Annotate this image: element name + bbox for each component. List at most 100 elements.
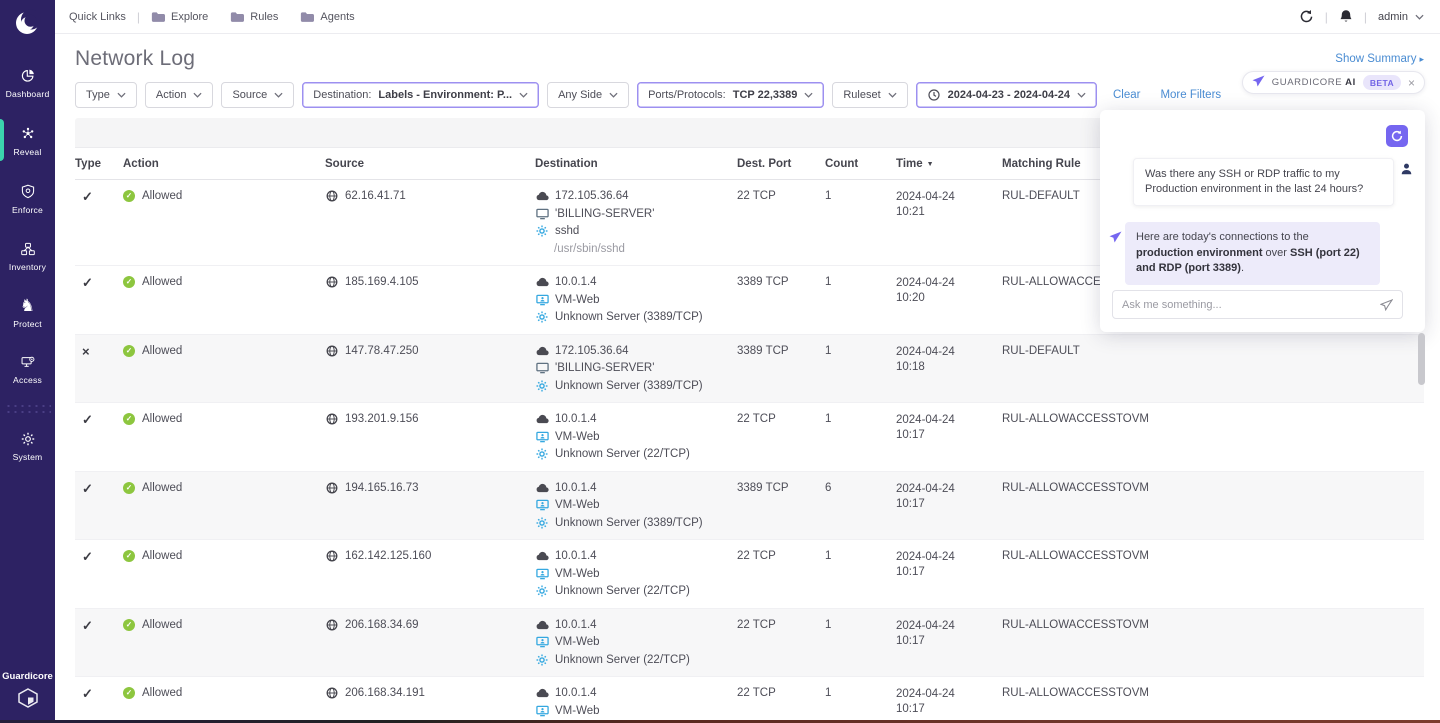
guardicore-brand-label: Guardicore: [2, 671, 53, 682]
column-header-label: Action: [123, 158, 159, 170]
filter-chip-0[interactable]: Type: [75, 82, 137, 108]
show-summary-link[interactable]: Show Summary ▸: [1335, 53, 1424, 65]
dotted-divider: [5, 403, 51, 415]
sidebar-item-system[interactable]: System: [0, 421, 55, 470]
cell-source: 206.168.34.191: [325, 687, 535, 699]
sidebar-item-dashboard[interactable]: Dashboard: [0, 57, 55, 107]
destination-line: VM-Web: [535, 294, 737, 307]
destination-text: VM-Web: [555, 431, 600, 444]
column-header-source[interactable]: Source: [325, 158, 535, 170]
globe-icon: [325, 413, 339, 425]
cloud-icon: [535, 191, 549, 201]
chevron-down-icon: [1077, 89, 1086, 101]
table-row[interactable]: ✓✓Allowed193.201.9.15610.0.1.4VM-WebUnkn…: [75, 403, 1424, 472]
cell-time: 2024-04-2410:21: [896, 190, 1002, 220]
destination-line: 172.105.36.64: [535, 345, 737, 358]
quick-links[interactable]: Quick Links: [69, 11, 126, 23]
time-date: 2024-04-24: [896, 687, 1002, 702]
column-header-label: Source: [325, 158, 364, 170]
vm-icon: [535, 636, 549, 648]
sidebar-item-label: Protect: [13, 319, 42, 329]
user-menu[interactable]: admin: [1378, 11, 1424, 23]
filter-chip-4[interactable]: Any Side: [547, 82, 629, 108]
sidebar-footer: Guardicore: [2, 671, 53, 713]
vm-icon: [535, 568, 549, 580]
cell-count: 6: [825, 482, 896, 494]
sidebar-item-label: System: [13, 452, 43, 462]
more-filters-link[interactable]: More Filters: [1160, 89, 1221, 101]
sidebar-item-reveal[interactable]: Reveal: [0, 115, 55, 165]
cell-source: 147.78.47.250: [325, 345, 535, 357]
column-header-type[interactable]: Type: [75, 158, 123, 170]
destination-text: 'BILLING-SERVER': [555, 208, 654, 221]
page-title: Network Log: [75, 47, 195, 71]
topnav-item-explore[interactable]: Explore: [151, 11, 208, 23]
ai-message-part: production environment: [1136, 247, 1263, 259]
topnav-item-rules[interactable]: Rules: [230, 11, 278, 23]
divider: |: [137, 10, 140, 24]
destination-text: 172.105.36.64: [555, 190, 629, 203]
time-date: 2024-04-24: [896, 550, 1002, 565]
restart-conversation-button[interactable]: [1386, 125, 1408, 147]
send-icon[interactable]: [1380, 299, 1393, 311]
filter-chip-2[interactable]: Source: [221, 82, 294, 108]
allowed-status-icon: ✓: [123, 550, 135, 562]
filter-chip-5[interactable]: Ports/Protocols:TCP 22,3389: [637, 82, 824, 108]
filter-label: Type: [86, 89, 110, 101]
notifications-bell-icon[interactable]: [1339, 9, 1353, 24]
guardicore-crescent-logo-icon[interactable]: [13, 8, 43, 43]
destination-text: VM-Web: [555, 705, 600, 718]
ai-badge-brand: GUARDICOREAI: [1272, 77, 1356, 88]
filter-chip-7[interactable]: 2024-04-23 - 2024-04-24: [916, 82, 1097, 108]
column-header-action[interactable]: Action: [123, 158, 325, 170]
app-root: Dashboard Reveal Enforce Inventory ♞ Protect A…: [0, 0, 1440, 723]
filter-chip-1[interactable]: Action: [145, 82, 214, 108]
cell-count: 1: [825, 276, 896, 288]
sidebar-item-protect[interactable]: ♞ Protect: [0, 288, 55, 337]
column-header-dest-port[interactable]: Dest. Port: [737, 158, 825, 170]
refresh-icon[interactable]: [1299, 9, 1314, 24]
cell-destination: 172.105.36.64'BILLING-SERVER'Unknown Ser…: [535, 345, 737, 393]
cell-destination: 10.0.1.4VM-WebUnknown Server (22/TCP): [535, 687, 737, 723]
filter-chip-3[interactable]: Destination:Labels - Environment: P...: [302, 82, 539, 108]
globe-icon: [325, 482, 339, 494]
vertical-scrollbar-thumb[interactable]: [1418, 333, 1425, 385]
cell-source: 62.16.41.71: [325, 190, 535, 202]
ai-message-part: over: [1263, 247, 1291, 259]
table-row[interactable]: ×✓Allowed147.78.47.250172.105.36.64'BILL…: [75, 335, 1424, 404]
cell-action: ✓Allowed: [123, 345, 325, 357]
clear-filters-link[interactable]: Clear: [1113, 89, 1140, 101]
column-header-count[interactable]: Count: [825, 158, 896, 170]
dashboard-icon: [21, 66, 35, 85]
filter-chip-6[interactable]: Ruleset: [832, 82, 907, 108]
column-header-time[interactable]: Time▼: [896, 158, 1002, 170]
sidebar-item-enforce[interactable]: Enforce: [0, 173, 55, 223]
filter-label: Ports/Protocols:: [648, 89, 726, 101]
table-row[interactable]: ✓✓Allowed206.168.34.19110.0.1.4VM-WebUnk…: [75, 677, 1424, 723]
cell-type: ×: [75, 345, 123, 359]
sidebar-item-inventory[interactable]: Inventory: [0, 231, 55, 280]
protect-knight-icon: ♞: [20, 297, 35, 315]
cell-matching-rule: RUL-ALLOWACCESSTOVM: [1002, 482, 1424, 494]
cell-dest-port: 22 TCP: [737, 687, 825, 699]
process-icon: [535, 654, 549, 666]
sidebar-item-access[interactable]: Access: [0, 345, 55, 393]
close-icon[interactable]: ×: [1408, 78, 1415, 88]
allowed-status-icon: ✓: [123, 619, 135, 631]
chat-input[interactable]: [1122, 299, 1380, 311]
column-header-destination[interactable]: Destination: [535, 158, 737, 170]
topnav-item-agents[interactable]: Agents: [300, 11, 354, 23]
table-row[interactable]: ✓✓Allowed206.168.34.6910.0.1.4VM-WebUnkn…: [75, 609, 1424, 678]
destination-line: Unknown Server (22/TCP): [535, 448, 737, 461]
table-row[interactable]: ✓✓Allowed162.142.125.16010.0.1.4VM-WebUn…: [75, 540, 1424, 609]
action-label: Allowed: [142, 276, 182, 288]
table-row[interactable]: ✓✓Allowed194.165.16.7310.0.1.4VM-WebUnkn…: [75, 472, 1424, 541]
process-icon: [535, 585, 549, 597]
cell-dest-port: 22 TCP: [737, 619, 825, 631]
cell-matching-rule: RUL-ALLOWACCESSTOVM: [1002, 413, 1424, 425]
monitor-icon: [535, 208, 549, 220]
destination-text: VM-Web: [555, 499, 600, 512]
cell-time: 2024-04-2410:17: [896, 550, 1002, 580]
user-menu-label: admin: [1378, 11, 1408, 23]
sidebar-item-label: Dashboard: [6, 89, 50, 99]
